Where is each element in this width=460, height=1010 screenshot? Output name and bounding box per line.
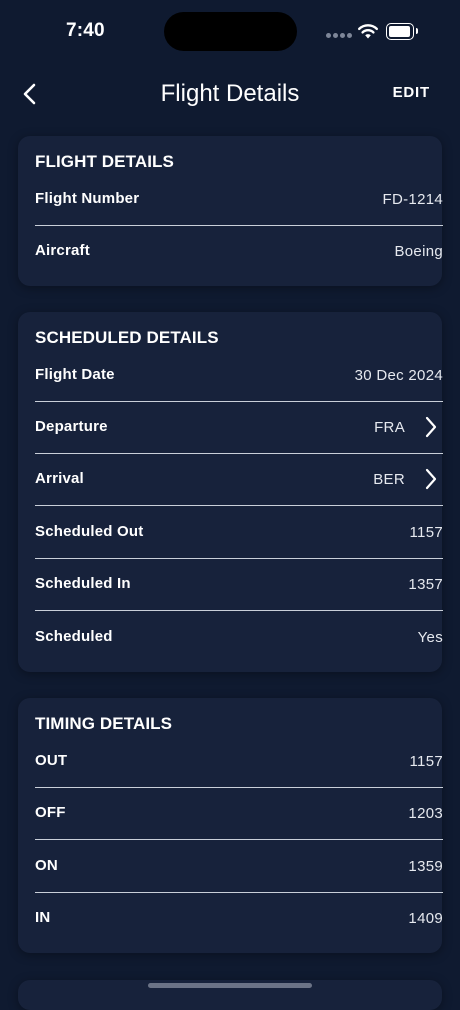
departure-row[interactable]: Departure FRA <box>35 402 443 454</box>
row-value: 1203 <box>408 805 443 822</box>
off-time-row: OFF 1203 <box>35 788 443 840</box>
section-title: SCHEDULED DETAILS <box>35 328 219 347</box>
scheduled-out-row: Scheduled Out 1157 <box>35 507 443 559</box>
row-label: ON <box>35 857 58 874</box>
row-value: 1157 <box>409 753 443 770</box>
row-label: Scheduled Out <box>35 523 144 540</box>
edit-button[interactable]: EDIT <box>393 84 430 101</box>
cellular-signal-icon <box>326 33 354 51</box>
status-bar: 7:40 <box>0 0 460 62</box>
scheduled-in-row: Scheduled In 1357 <box>35 559 443 611</box>
home-indicator[interactable] <box>148 983 312 988</box>
timing-details-card: TIMING DETAILS OUT 1157 OFF 1203 ON 1359… <box>18 698 443 953</box>
chevron-right-icon <box>425 416 437 438</box>
row-divider <box>35 839 443 840</box>
row-value: 1357 <box>408 576 443 593</box>
row-label: Flight Number <box>35 190 140 207</box>
row-value: BER <box>373 471 405 488</box>
scheduled-row: Scheduled Yes <box>35 612 443 664</box>
section-title: FLIGHT DETAILS <box>35 152 174 171</box>
row-divider <box>35 505 443 506</box>
flight-number-row: Flight Number FD-1214 <box>35 174 443 226</box>
wifi-icon <box>358 24 378 39</box>
row-value: 1359 <box>408 858 443 875</box>
page-title: Flight Details <box>160 80 300 107</box>
row-label: Departure <box>35 418 108 435</box>
section-title: TIMING DETAILS <box>35 714 173 733</box>
flight-date-row: Flight Date 30 Dec 2024 <box>35 350 443 402</box>
on-time-row: ON 1359 <box>35 841 443 893</box>
in-time-row: IN 1409 <box>35 893 443 945</box>
row-value: FD-1214 <box>382 191 443 208</box>
row-label: IN <box>35 909 51 926</box>
flight-details-card: FLIGHT DETAILS Flight Number FD-1214 Air… <box>18 136 443 286</box>
row-label: Scheduled In <box>35 575 131 592</box>
row-value: FRA <box>374 419 405 436</box>
aircraft-row: Aircraft Boeing <box>35 226 443 278</box>
row-value: 1157 <box>409 524 443 541</box>
row-label: OUT <box>35 752 68 769</box>
row-label: Aircraft <box>35 242 90 259</box>
navigation-bar: Flight Details EDIT <box>0 62 460 126</box>
row-divider <box>35 610 443 611</box>
row-label: Flight Date <box>35 366 115 383</box>
row-value: Boeing <box>394 243 443 260</box>
arrival-row[interactable]: Arrival BER <box>35 454 443 506</box>
scheduled-details-card: SCHEDULED DETAILS Flight Date 30 Dec 202… <box>18 312 443 672</box>
row-value: Yes <box>417 629 443 646</box>
row-label: Arrival <box>35 470 84 487</box>
row-label: OFF <box>35 804 66 821</box>
battery-icon <box>386 23 418 40</box>
row-value: 1409 <box>408 910 443 927</box>
out-time-row: OUT 1157 <box>35 736 443 788</box>
chevron-right-icon <box>425 468 437 490</box>
row-label: Scheduled <box>35 628 113 645</box>
status-time: 7:40 <box>66 20 105 41</box>
dynamic-island <box>164 12 297 51</box>
row-value: 30 Dec 2024 <box>354 367 443 384</box>
